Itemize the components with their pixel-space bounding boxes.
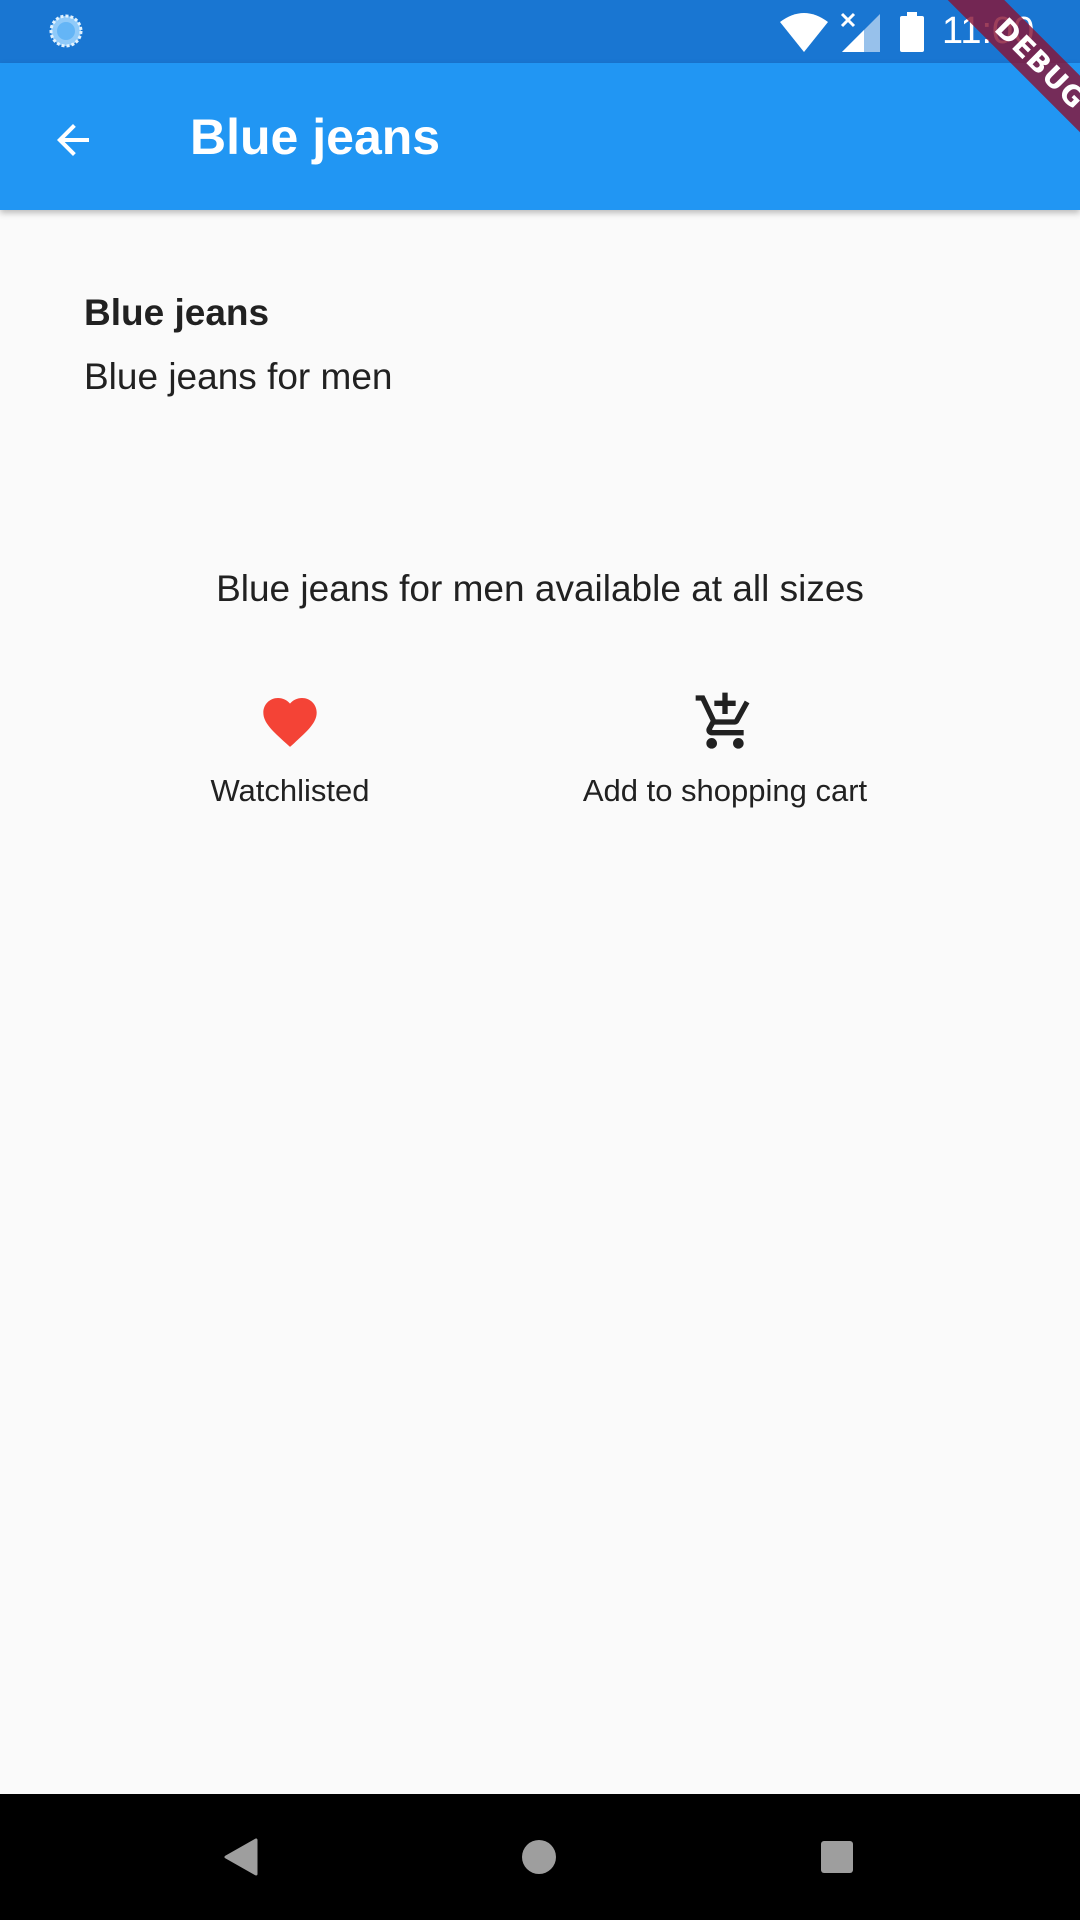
status-time: 11:00	[942, 10, 1035, 52]
circle-home-icon	[522, 1840, 556, 1874]
signal-icon	[840, 12, 880, 52]
product-description: Blue jeans for men available at all size…	[216, 568, 864, 609]
arrow-back-icon	[57, 124, 89, 156]
app-bar: Blue jeans	[0, 63, 1080, 210]
loading-icon	[49, 14, 83, 48]
add-shopping-cart-icon	[695, 692, 750, 749]
add-to-cart-button[interactable]: Add to shopping cart	[560, 690, 890, 810]
watchlist-label: Watchlisted	[210, 773, 370, 808]
watchlist-button[interactable]: Watchlisted	[150, 690, 430, 810]
battery-icon	[900, 12, 924, 52]
wifi-icon	[780, 13, 828, 52]
product-name: Blue jeans	[84, 292, 270, 333]
product-subtitle: Blue jeans for men	[84, 356, 393, 397]
nav-back-button[interactable]	[208, 1824, 274, 1890]
triangle-back-icon	[224, 1838, 258, 1876]
heart-icon	[263, 698, 317, 747]
add-to-cart-label: Add to shopping cart	[582, 773, 868, 808]
page-title: Blue jeans	[190, 109, 441, 165]
square-recents-icon	[821, 1841, 853, 1873]
navigation-bar	[0, 1794, 1080, 1920]
back-button[interactable]	[36, 103, 110, 177]
status-bar: 11:00	[0, 0, 1080, 63]
nav-recents-button[interactable]	[804, 1824, 870, 1890]
nav-home-button[interactable]	[506, 1824, 572, 1890]
